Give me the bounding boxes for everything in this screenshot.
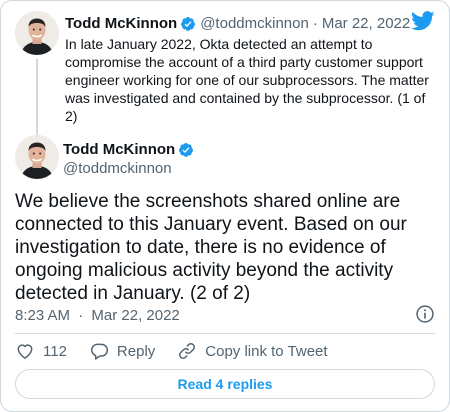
- author-handle[interactable]: @toddmckinnon: [200, 15, 309, 33]
- twitter-bird-icon[interactable]: [411, 11, 435, 31]
- like-button[interactable]: 112: [15, 341, 67, 361]
- tweet-actions: 112 Reply Copy link to Tweet: [15, 341, 350, 361]
- avatar[interactable]: [15, 135, 59, 179]
- header-separator: ·: [312, 15, 318, 32]
- tweet-timestamp[interactable]: 8:23 AM · Mar 22, 2022: [15, 307, 180, 325]
- avatar-portrait: [15, 135, 59, 179]
- reply-button[interactable]: Reply: [89, 341, 155, 361]
- verified-badge-icon: [179, 143, 194, 157]
- tweet-embed-card: Todd McKinnon @toddmckinnon · Mar 22, 20…: [0, 0, 450, 412]
- heart-icon: [17, 344, 33, 359]
- author-name[interactable]: Todd McKinnon: [65, 15, 177, 33]
- timestamp-separator: ·: [78, 307, 84, 324]
- parent-tweet-header: Todd McKinnon @toddmckinnon · Mar 22, 20…: [65, 15, 410, 33]
- like-count: 112: [43, 342, 67, 360]
- tweet-date: Mar 22, 2022: [91, 307, 180, 324]
- main-tweet-author: Todd McKinnon: [63, 141, 198, 159]
- avatar-portrait: [15, 11, 59, 55]
- read-replies-button[interactable]: Read 4 replies: [15, 369, 435, 399]
- info-icon[interactable]: [415, 304, 435, 324]
- author-name[interactable]: Todd McKinnon: [63, 141, 175, 159]
- author-handle[interactable]: @toddmckinnon: [63, 160, 172, 178]
- copy-link-label: Copy link to Tweet: [205, 342, 328, 360]
- avatar[interactable]: [15, 11, 59, 55]
- main-tweet-text: We believe the screenshots shared online…: [15, 191, 407, 304]
- parent-tweet-text: In late January 2022, Okta detected an a…: [65, 36, 429, 124]
- divider: [15, 333, 435, 334]
- thread-connector-line: [36, 59, 38, 135]
- reply-label: Reply: [116, 342, 156, 360]
- tweet-date[interactable]: Mar 22, 2022: [322, 15, 410, 33]
- tweet-time: 8:23 AM: [15, 307, 71, 324]
- verified-badge-icon: [181, 17, 196, 31]
- copy-link-button[interactable]: Copy link to Tweet: [177, 341, 328, 361]
- link-icon: [179, 343, 196, 359]
- reply-icon: [90, 343, 108, 360]
